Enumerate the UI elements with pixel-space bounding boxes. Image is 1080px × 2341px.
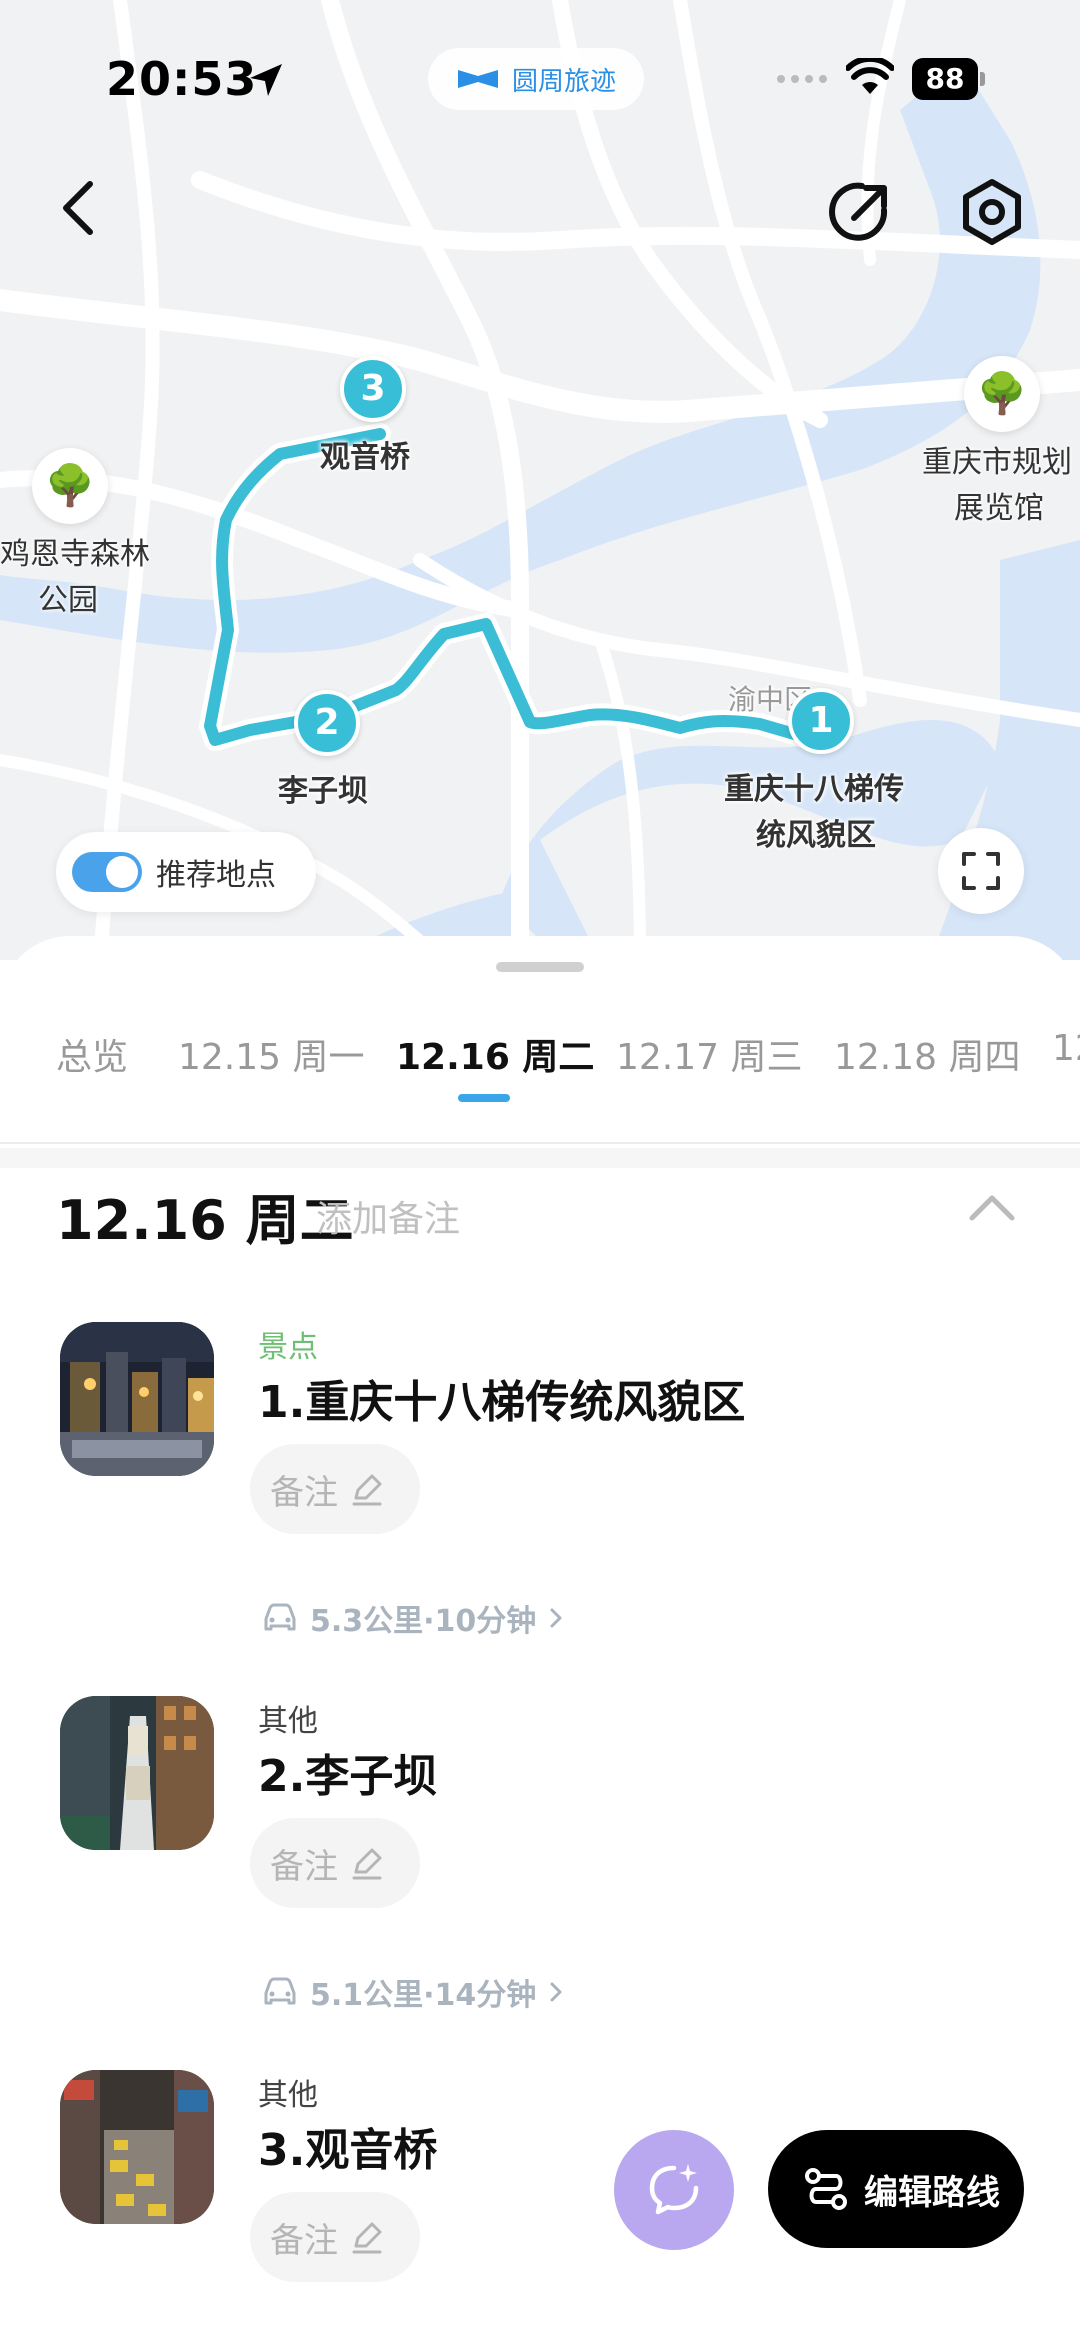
car-icon	[264, 1977, 296, 2005]
clock: 20:53	[106, 52, 258, 106]
note-label: 备注	[270, 1472, 338, 1513]
poi-label-line1: 重庆市规划	[922, 445, 1072, 480]
route-marker-3[interactable]: 3	[340, 356, 406, 422]
signal-dots-icon	[777, 75, 827, 83]
ai-chat-sparkle-icon	[649, 2164, 699, 2215]
share-icon[interactable]	[824, 176, 896, 248]
poi-label-line1: 鸡恩寺森林	[0, 537, 150, 572]
place-photo-image	[60, 2070, 214, 2224]
sheet-grabber[interactable]	[496, 962, 584, 972]
place-name[interactable]: 1.重庆十八梯传统风貌区	[258, 1366, 745, 1430]
transit-text: 5.3公里·10分钟	[310, 1604, 537, 1639]
tab-day-next[interactable]: 12	[1052, 1028, 1080, 1069]
map-label-shibati-line2: 统风貌区	[756, 818, 876, 853]
place-name[interactable]: 3.观音桥	[258, 2114, 437, 2178]
map-label-guanyinqiao: 观音桥	[320, 440, 410, 475]
list-item[interactable]: 景点 1.重庆十八梯传统风貌区 备注	[0, 1322, 1080, 1562]
map-label-shibati-line1: 重庆十八梯传	[724, 772, 904, 807]
wifi-icon	[846, 58, 894, 94]
toggle-switch[interactable]	[72, 852, 142, 892]
fullscreen-icon	[962, 852, 1000, 890]
pencil-icon	[352, 2222, 382, 2254]
edit-route-button[interactable]: 编辑路线	[768, 2130, 1024, 2248]
chevron-up-icon[interactable]	[966, 1188, 1018, 1228]
list-item[interactable]: 其他 2.李子坝 备注	[0, 1696, 1080, 1936]
route-marker-2[interactable]: 2	[294, 690, 360, 756]
map-label-liziba: 李子坝	[278, 774, 368, 809]
recommend-places-toggle[interactable]: 推荐地点	[56, 832, 316, 912]
fullscreen-button[interactable]	[938, 828, 1024, 914]
poi-label-line2: 展览馆	[954, 491, 1044, 526]
edit-route-label: 编辑路线	[864, 2172, 1000, 2213]
tree-icon[interactable]: 🌳	[32, 448, 108, 524]
add-note-button[interactable]: 备注	[250, 1444, 420, 1534]
transit-info[interactable]: 5.1公里·14分钟	[262, 1972, 564, 2013]
settings-icon[interactable]	[956, 176, 1028, 248]
add-day-note[interactable]: 添加备注	[316, 1190, 460, 1242]
note-label: 备注	[270, 1846, 338, 1887]
car-icon	[264, 1603, 296, 1631]
tab-day-1217[interactable]: 12.17 周三	[616, 1028, 803, 1080]
pencil-icon	[352, 1474, 382, 1506]
tab-overview[interactable]: 总览	[56, 1028, 128, 1080]
chevron-right-icon	[550, 1982, 562, 2002]
chevron-right-icon	[550, 1608, 562, 1628]
route-map[interactable]: 20:53 圆周旅迹 88 3 观音桥 2 李子坝 渝中区 1 重庆十八梯传 统…	[0, 0, 1080, 960]
battery-level: 88	[912, 58, 978, 100]
place-photo[interactable]	[60, 1696, 214, 1850]
location-arrow-icon	[250, 64, 282, 96]
route-marker-1[interactable]: 1	[788, 688, 854, 754]
day-title: 12.16 周二	[56, 1189, 354, 1252]
tab-day-1216[interactable]: 12.16 周二	[396, 1028, 594, 1080]
back-button[interactable]	[48, 172, 108, 244]
toggle-knob	[106, 856, 138, 888]
app-pill-label: 圆周旅迹	[512, 66, 617, 97]
place-type: 其他	[258, 1704, 318, 1739]
toggle-label: 推荐地点	[156, 858, 276, 893]
ai-assistant-button[interactable]	[614, 2130, 734, 2250]
poi-label-line2: 公园	[38, 583, 98, 618]
route-icon	[805, 2168, 847, 2210]
tab-day-1218[interactable]: 12.18 周四	[834, 1028, 1021, 1080]
app-pill[interactable]: 圆周旅迹	[428, 48, 645, 110]
transit-text: 5.1公里·14分钟	[310, 1978, 537, 2013]
place-photo-image	[60, 1322, 214, 1476]
battery-indicator: 88	[912, 58, 986, 100]
place-name[interactable]: 2.李子坝	[258, 1740, 437, 1804]
add-note-button[interactable]: 备注	[250, 2192, 420, 2282]
day-tabs: 总览 12.15 周一 12.16 周二 12.17 周三 12.18 周四 1…	[0, 1014, 1080, 1144]
battery-cap	[980, 72, 985, 86]
place-photo[interactable]	[60, 1322, 214, 1476]
note-label: 备注	[270, 2220, 338, 2261]
active-tab-indicator	[458, 1094, 510, 1102]
tab-day-1215[interactable]: 12.15 周一	[178, 1028, 365, 1080]
app-logo-icon	[458, 70, 498, 88]
status-bar: 20:53 圆周旅迹 88	[0, 0, 1080, 150]
tree-icon[interactable]: 🌳	[964, 356, 1040, 432]
place-type: 景点	[258, 1330, 318, 1365]
place-photo-image	[60, 1696, 214, 1850]
add-note-button[interactable]: 备注	[250, 1818, 420, 1908]
place-photo[interactable]	[60, 2070, 214, 2224]
section-divider	[0, 1148, 1080, 1168]
place-type: 其他	[258, 2078, 318, 2113]
transit-info[interactable]: 5.3公里·10分钟	[262, 1598, 564, 1639]
pencil-icon	[352, 1848, 382, 1880]
